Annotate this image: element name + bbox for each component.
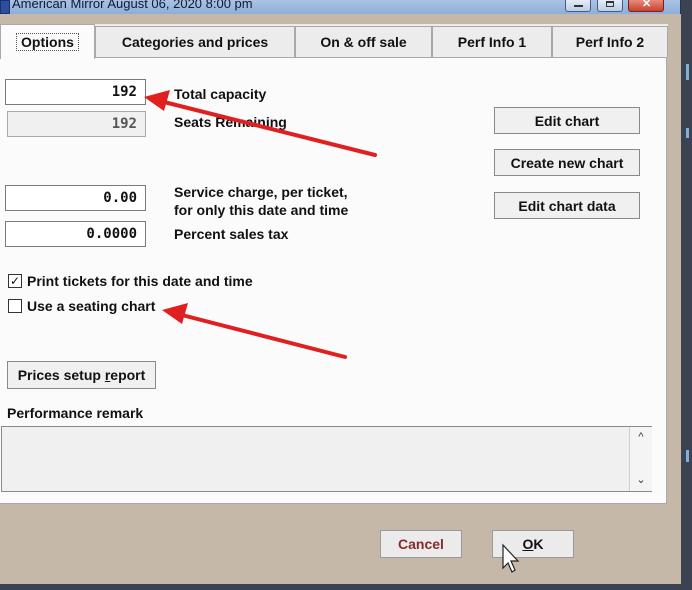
tab-options[interactable]: Options xyxy=(0,24,95,59)
annotation-arrow xyxy=(144,90,377,157)
mouse-cursor-icon xyxy=(502,543,520,573)
annotation-arrow xyxy=(162,303,347,359)
tab-label: Options xyxy=(16,33,79,51)
annotation-layer xyxy=(144,90,520,573)
